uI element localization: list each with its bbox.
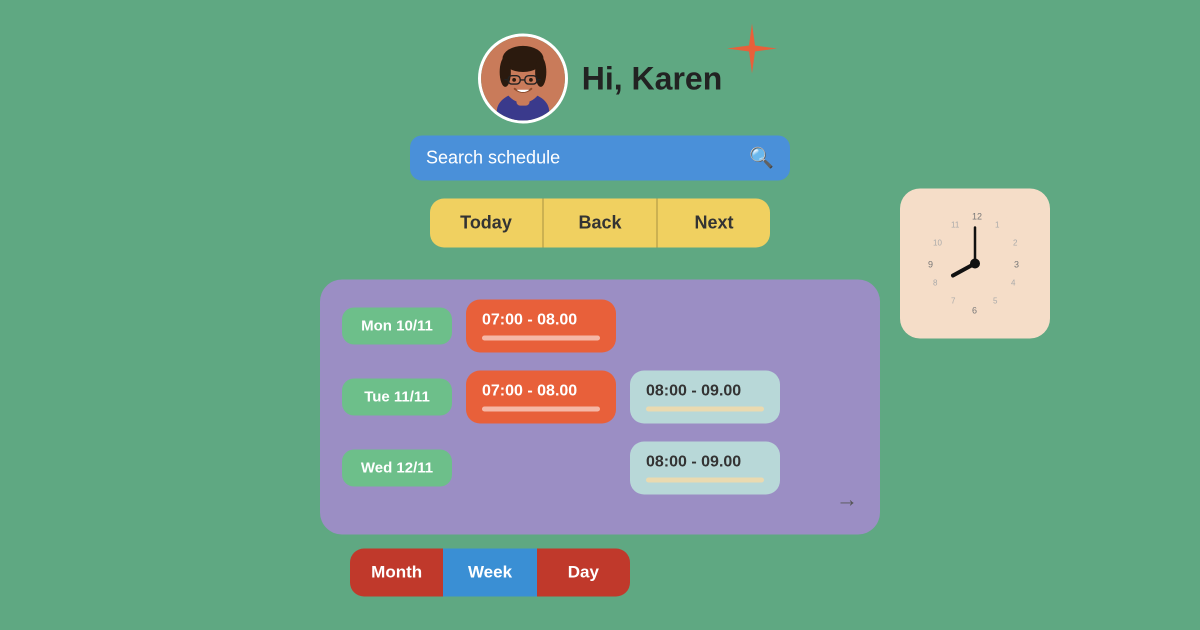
time-text: 07:00 - 08.00 bbox=[482, 383, 600, 401]
time-text: 07:00 - 08.00 bbox=[482, 312, 600, 330]
header: Hi, Karen Search schedule 🔍 bbox=[410, 34, 790, 181]
svg-text:2: 2 bbox=[1013, 239, 1018, 248]
schedule-row-mon: Mon 10/11 07:00 - 08.00 bbox=[342, 300, 858, 353]
svg-text:11: 11 bbox=[951, 221, 960, 230]
schedule-panel: Mon 10/11 07:00 - 08.00 Tue 11/11 07:00 … bbox=[320, 280, 880, 535]
next-button[interactable]: Next bbox=[658, 199, 770, 248]
clock-widget: 12 3 6 9 1 2 4 5 7 8 10 11 bbox=[900, 189, 1050, 339]
time-block-wed-1[interactable]: 08:00 - 09.00 bbox=[630, 442, 780, 495]
svg-text:4: 4 bbox=[1011, 279, 1016, 288]
time-block-tue-2[interactable]: 08:00 - 09.00 bbox=[630, 371, 780, 424]
svg-text:10: 10 bbox=[933, 239, 942, 248]
nav-row: Today Back Next bbox=[430, 199, 770, 248]
time-block-mon-1[interactable]: 07:00 - 08.00 bbox=[466, 300, 616, 353]
day-label-wed: Wed 12/11 bbox=[342, 450, 452, 487]
greeting-text: Hi, Karen bbox=[582, 60, 722, 97]
bottom-tabs: Month Week Day bbox=[350, 549, 630, 597]
tab-day[interactable]: Day bbox=[537, 549, 630, 597]
tab-month[interactable]: Month bbox=[350, 549, 443, 597]
time-bar bbox=[646, 478, 764, 483]
today-button[interactable]: Today bbox=[430, 199, 544, 248]
app-container: Hi, Karen Search schedule 🔍 Today Back N… bbox=[320, 34, 880, 597]
arrow-right-button[interactable]: → bbox=[836, 487, 858, 513]
svg-text:5: 5 bbox=[993, 297, 998, 306]
schedule-row-wed: Wed 12/11 08:00 - 09.00 bbox=[342, 442, 858, 495]
search-bar[interactable]: Search schedule 🔍 bbox=[410, 136, 790, 181]
day-label-tue: Tue 11/11 bbox=[342, 379, 452, 416]
time-bar bbox=[646, 407, 764, 412]
svg-text:12: 12 bbox=[972, 212, 982, 222]
time-text: 08:00 - 09.00 bbox=[646, 383, 764, 401]
svg-text:1: 1 bbox=[995, 221, 1000, 230]
svg-text:9: 9 bbox=[928, 260, 933, 270]
search-placeholder: Search schedule bbox=[426, 148, 739, 169]
tab-week[interactable]: Week bbox=[443, 549, 536, 597]
time-block-tue-1[interactable]: 07:00 - 08.00 bbox=[466, 371, 616, 424]
time-bar bbox=[482, 407, 600, 412]
clock-face: 12 3 6 9 1 2 4 5 7 8 10 11 bbox=[915, 204, 1035, 324]
time-text: 08:00 - 09.00 bbox=[646, 454, 764, 472]
svg-text:8: 8 bbox=[933, 279, 938, 288]
greeting-row: Hi, Karen bbox=[478, 34, 722, 124]
day-label-mon: Mon 10/11 bbox=[342, 308, 452, 345]
svg-text:7: 7 bbox=[951, 297, 956, 306]
star-icon bbox=[727, 24, 777, 74]
schedule-row-tue: Tue 11/11 07:00 - 08.00 08:00 - 09.00 bbox=[342, 371, 858, 424]
avatar bbox=[478, 34, 568, 124]
svg-text:6: 6 bbox=[972, 306, 977, 316]
svg-text:3: 3 bbox=[1014, 260, 1019, 270]
back-button[interactable]: Back bbox=[544, 199, 658, 248]
time-bar bbox=[482, 336, 600, 341]
search-icon[interactable]: 🔍 bbox=[749, 146, 774, 171]
